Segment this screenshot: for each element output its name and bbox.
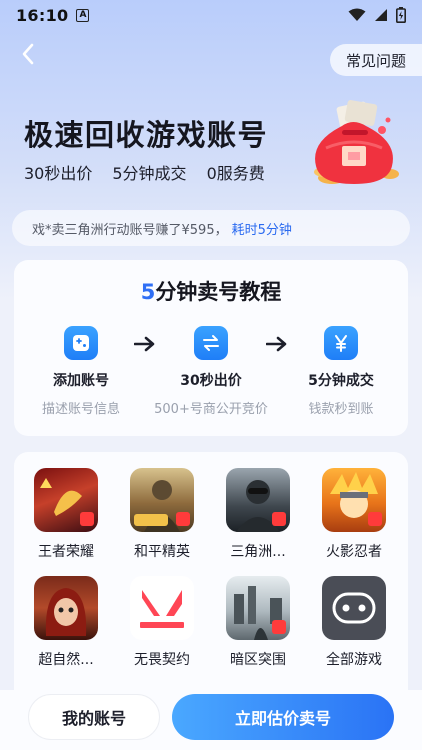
hero-features: 30秒出价 5分钟成交 0服务费: [24, 160, 265, 184]
status-bar: 16:10 A: [0, 0, 422, 30]
game-item-all[interactable]: 全部游戏: [314, 576, 394, 669]
my-account-button[interactable]: 我的账号: [28, 694, 160, 740]
back-button[interactable]: [14, 40, 42, 68]
status-time: 16:10: [16, 5, 69, 25]
game-icon-arena-breakout: [226, 576, 290, 640]
game-icon-delta-force: [226, 468, 290, 532]
feature-deal-speed: 5分钟成交: [112, 164, 187, 183]
step-desc: 500+号商公开竞价: [154, 402, 268, 417]
exchange-icon: [194, 326, 228, 360]
game-label: 三角洲...: [230, 544, 286, 560]
game-item[interactable]: 和平精英: [122, 468, 202, 561]
gamepad-icon: [322, 576, 386, 640]
game-label: 全部游戏: [326, 652, 382, 668]
chevron-left-icon: [22, 43, 34, 65]
game-label: 无畏契约: [134, 652, 190, 668]
step-title: 添加账号: [53, 373, 109, 389]
faq-button[interactable]: 常见问题: [330, 44, 422, 76]
deal-notice-bar: 戏*卖三角洲行动账号赚了¥595， 耗时5分钟: [12, 210, 410, 246]
step-quote: 30秒出价 500+号商公开竞价: [146, 326, 276, 417]
gamepad-icon: [64, 326, 98, 360]
game-item[interactable]: 三角洲...: [218, 468, 298, 561]
wifi-icon: [348, 8, 366, 21]
game-item[interactable]: 王者荣耀: [26, 468, 106, 561]
game-label: 暗区突围: [230, 652, 286, 668]
signal-icon: [375, 9, 387, 21]
notice-highlight: 耗时5分钟: [231, 222, 292, 238]
step-desc: 钱款秒到账: [308, 402, 374, 417]
game-label: 火影忍者: [326, 544, 382, 560]
tutorial-title-number: 5: [140, 280, 156, 304]
battery-icon: [396, 7, 406, 23]
yuan-icon: [324, 326, 358, 360]
game-item[interactable]: 超自然...: [26, 576, 106, 669]
game-icon-supernatural: [34, 576, 98, 640]
game-icon-peacekeeper-elite: [130, 468, 194, 532]
game-icon-honor-of-kings: [34, 468, 98, 532]
game-item[interactable]: 无畏契约: [122, 576, 202, 669]
notice-text: 戏*卖三角洲行动账号赚了¥595，: [32, 222, 228, 238]
game-label: 超自然...: [38, 652, 94, 668]
money-bag-icon: [314, 100, 399, 184]
notification-a-icon: A: [76, 8, 90, 22]
game-item[interactable]: 火影忍者: [314, 468, 394, 561]
feature-quote-speed: 30秒出价: [24, 164, 93, 183]
step-title: 5分钟成交: [308, 373, 374, 389]
tutorial-card: 5分钟卖号教程 添加账号 描述账号信息 30秒出价 500+号商公开竞价 5分钟…: [14, 260, 408, 436]
sell-now-button[interactable]: 立即估价卖号: [172, 694, 394, 740]
tutorial-title: 5分钟卖号教程: [14, 276, 408, 306]
step-add-account: 添加账号 描述账号信息: [16, 326, 146, 417]
step-deal: 5分钟成交 钱款秒到账: [276, 326, 406, 417]
step-title: 30秒出价: [180, 373, 242, 389]
game-item[interactable]: 暗区突围: [218, 576, 298, 669]
status-right-icons: [348, 7, 406, 23]
step-desc: 描述账号信息: [41, 402, 120, 417]
game-label: 和平精英: [134, 544, 190, 560]
tutorial-title-text: 分钟卖号教程: [155, 280, 282, 304]
game-icon-valorant: [130, 576, 194, 640]
hero-title: 极速回收游戏账号: [24, 118, 269, 152]
feature-no-fee: 0服务费: [206, 164, 265, 183]
game-icon-naruto: [322, 468, 386, 532]
game-label: 王者荣耀: [38, 544, 94, 560]
